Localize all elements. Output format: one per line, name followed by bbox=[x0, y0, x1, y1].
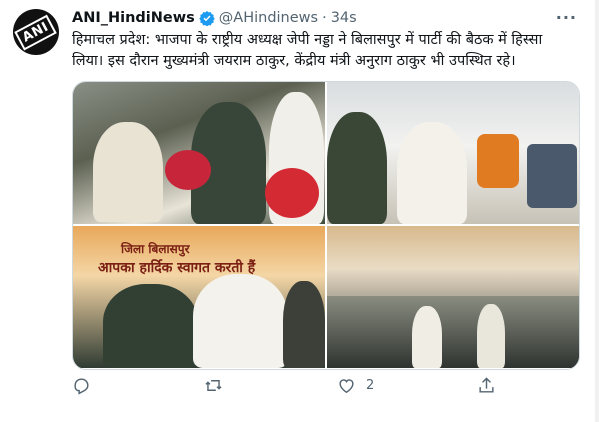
person-figure bbox=[477, 304, 505, 368]
photo-3[interactable]: जिला बिलासपुर आपका हार्दिक स्वागत करती ह… bbox=[73, 226, 325, 368]
person-figure bbox=[412, 306, 442, 368]
retweet-button[interactable] bbox=[204, 376, 233, 395]
person-figure bbox=[93, 122, 163, 222]
flower-bouquet bbox=[265, 168, 319, 218]
tweet-text: हिमाचल प्रदेश: भाजपा के राष्ट्रीय अध्यक्… bbox=[72, 32, 547, 69]
media-grid: जिला बिलासपुर आपका हार्दिक स्वागत करती ह… bbox=[72, 81, 580, 370]
like-icon bbox=[339, 379, 354, 394]
person-figure bbox=[397, 122, 467, 224]
ani-logo: ANI bbox=[14, 13, 58, 51]
author-name[interactable]: ANI_HindiNews bbox=[72, 10, 195, 26]
garlanded-portrait bbox=[527, 144, 577, 208]
crowd bbox=[327, 296, 579, 368]
photo-4[interactable] bbox=[327, 226, 579, 368]
flower-bouquet bbox=[165, 150, 211, 190]
garlanded-portrait bbox=[477, 134, 519, 188]
like-count: 2 bbox=[366, 378, 375, 393]
author-handle[interactable]: @AHindinews bbox=[219, 10, 318, 26]
avatar[interactable]: ANI bbox=[13, 9, 59, 55]
separator-dot: · bbox=[322, 10, 327, 26]
person-figure bbox=[283, 281, 325, 368]
tweet-timestamp[interactable]: 34s bbox=[331, 10, 357, 26]
more-options-icon[interactable]: ··· bbox=[556, 8, 577, 27]
person-figure bbox=[193, 274, 288, 368]
verified-badge-icon bbox=[199, 11, 215, 26]
tweet-header: ANI_HindiNews @AHindinews · 34s bbox=[72, 8, 357, 28]
like-button[interactable]: 2 bbox=[337, 376, 374, 395]
tweet[interactable]: ANI ANI_HindiNews @AHindinews · 34s ··· … bbox=[0, 0, 599, 422]
banner-text-line1: जिला बिलासपुर bbox=[121, 242, 190, 256]
photo-1[interactable] bbox=[73, 82, 325, 224]
photo-2[interactable] bbox=[327, 82, 579, 224]
person-figure bbox=[327, 112, 387, 224]
reply-icon bbox=[74, 378, 89, 395]
person-figure bbox=[103, 284, 198, 368]
tweet-actions: 2 bbox=[72, 376, 494, 398]
scrollbar[interactable] bbox=[595, 0, 599, 422]
share-icon bbox=[479, 377, 494, 393]
share-button[interactable] bbox=[477, 376, 506, 395]
reply-button[interactable] bbox=[72, 376, 101, 395]
retweet-icon bbox=[205, 380, 222, 391]
